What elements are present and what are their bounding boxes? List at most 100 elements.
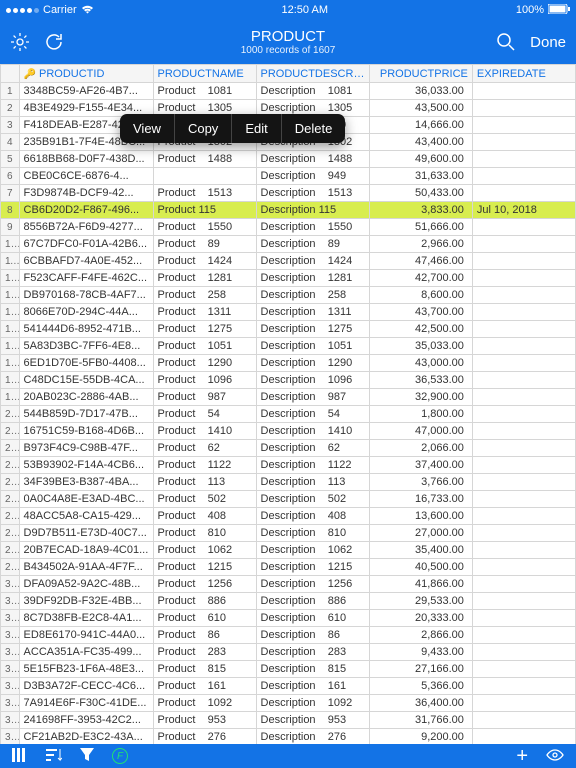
cell-productprice[interactable]: 50,433.00 (369, 185, 472, 202)
cell-expiredate[interactable] (472, 321, 575, 338)
table-row[interactable]: 1920AB023C-2886-4AB...Product 987Descrip… (1, 389, 576, 406)
table-row[interactable]: 250A0C4A8E-E3AD-4BC...Product 502Descrip… (1, 491, 576, 508)
cell-productdescription[interactable]: Description 113 (256, 474, 369, 491)
cell-productname[interactable]: Product 987 (153, 389, 256, 406)
cell-productdescription[interactable]: Description 886 (256, 593, 369, 610)
cell-productprice[interactable]: 43,700.00 (369, 304, 472, 321)
cell-productname[interactable]: Product 1488 (153, 151, 256, 168)
cell-productprice[interactable]: 14,666.00 (369, 117, 472, 134)
cell-productname[interactable]: Product 953 (153, 712, 256, 729)
column-header[interactable]: EXPIREDATE (472, 65, 575, 83)
cell-expiredate[interactable] (472, 644, 575, 661)
cell-expiredate[interactable] (472, 661, 575, 678)
ctx-delete[interactable]: Delete (282, 114, 346, 143)
cell-productname[interactable]: Product 1081 (153, 83, 256, 100)
cell-expiredate[interactable] (472, 525, 575, 542)
table-row[interactable]: 22B973F4C9-C98B-47F...Product 62Descript… (1, 440, 576, 457)
cell-productid[interactable]: 544B859D-7D17-47B... (19, 406, 153, 423)
cell-productprice[interactable]: 20,333.00 (369, 610, 472, 627)
cell-productprice[interactable]: 31,766.00 (369, 712, 472, 729)
cell-productname[interactable]: Product 810 (153, 525, 256, 542)
cell-productname[interactable]: Product 502 (153, 491, 256, 508)
cell-expiredate[interactable] (472, 236, 575, 253)
cell-productname[interactable]: Product 886 (153, 593, 256, 610)
cell-expiredate[interactable] (472, 151, 575, 168)
cell-productdescription[interactable]: Description 62 (256, 440, 369, 457)
cell-productdescription[interactable]: Description 408 (256, 508, 369, 525)
cell-productprice[interactable]: 42,700.00 (369, 270, 472, 287)
search-icon[interactable] (496, 32, 516, 52)
cell-productprice[interactable]: 5,366.00 (369, 678, 472, 695)
cell-productdescription[interactable]: Description 161 (256, 678, 369, 695)
cell-expiredate[interactable] (472, 423, 575, 440)
cell-productprice[interactable]: 31,633.00 (369, 168, 472, 185)
table-row[interactable]: 2353B93902-F14A-4CB6...Product 1122Descr… (1, 457, 576, 474)
cell-productprice[interactable]: 36,033.00 (369, 83, 472, 100)
cell-productid[interactable]: 8C7D38FB-E2C8-4A1... (19, 610, 153, 627)
table-row[interactable]: 8CB6D20D2-F867-496...Product 115Descript… (1, 202, 576, 219)
cell-productid[interactable]: 241698FF-3953-42C2... (19, 712, 153, 729)
cell-productprice[interactable]: 32,900.00 (369, 389, 472, 406)
table-row[interactable]: 12F523CAFF-F4FE-462C...Product 1281Descr… (1, 270, 576, 287)
table-row[interactable]: 13348BC59-AF26-4B7...Product 1081Descrip… (1, 83, 576, 100)
table-row[interactable]: 2116751C59-B168-4D6B...Product 1410Descr… (1, 423, 576, 440)
cell-expiredate[interactable] (472, 491, 575, 508)
cell-productname[interactable]: Product 1424 (153, 253, 256, 270)
cell-productprice[interactable]: 41,866.00 (369, 576, 472, 593)
table-row[interactable]: 165A83D3BC-7FF6-4E8...Product 1051Descri… (1, 338, 576, 355)
cell-expiredate[interactable] (472, 474, 575, 491)
table-row[interactable]: 2434F39BE3-B387-4BA...Product 113Descrip… (1, 474, 576, 491)
cell-productprice[interactable]: 2,966.00 (369, 236, 472, 253)
column-header[interactable]: PRODUCTDESCRIPTION (256, 65, 369, 83)
column-header[interactable]: PRODUCTPRICE (369, 65, 472, 83)
cell-expiredate[interactable] (472, 508, 575, 525)
cell-productprice[interactable]: 16,733.00 (369, 491, 472, 508)
table-row[interactable]: 36D3B3A72F-CECC-4C6...Product 161Descrip… (1, 678, 576, 695)
cell-productid[interactable]: B434502A-91AA-4F7F... (19, 559, 153, 576)
function-icon[interactable]: F (112, 748, 128, 764)
cell-productdescription[interactable]: Description 86 (256, 627, 369, 644)
cell-productname[interactable]: Product 1092 (153, 695, 256, 712)
cell-productprice[interactable]: 43,500.00 (369, 100, 472, 117)
cell-productname[interactable]: Product 1256 (153, 576, 256, 593)
table-row[interactable]: 6CBE0C6CE-6876-4...Description 94931,633… (1, 168, 576, 185)
table-row[interactable]: 355E15FB23-1F6A-48E3...Product 815Descri… (1, 661, 576, 678)
cell-productdescription[interactable]: Description 1281 (256, 270, 369, 287)
cell-productname[interactable]: Product 1550 (153, 219, 256, 236)
cell-productprice[interactable]: 40,500.00 (369, 559, 472, 576)
table-row[interactable]: 13DB970168-78CB-4AF7...Product 258Descri… (1, 287, 576, 304)
cell-expiredate[interactable] (472, 593, 575, 610)
filter-icon[interactable] (80, 748, 94, 765)
cell-expiredate[interactable] (472, 168, 575, 185)
cell-productname[interactable]: Product 258 (153, 287, 256, 304)
cell-productdescription[interactable]: Description 1513 (256, 185, 369, 202)
table-row[interactable]: 20544B859D-7D17-47B...Product 54Descript… (1, 406, 576, 423)
cell-productid[interactable]: 6CBBAFD7-4A0E-452... (19, 253, 153, 270)
cell-productdescription[interactable]: Description 276 (256, 729, 369, 745)
cell-expiredate[interactable] (472, 100, 575, 117)
cell-productname[interactable]: Product 1410 (153, 423, 256, 440)
cell-productid[interactable]: CB6D20D2-F867-496... (19, 202, 153, 219)
cell-productname[interactable]: Product 1062 (153, 542, 256, 559)
cell-productid[interactable]: DB970168-78CB-4AF7... (19, 287, 153, 304)
cell-productdescription[interactable]: Description 1488 (256, 151, 369, 168)
table-row[interactable]: 2648ACC5A8-CA15-429...Product 408Descrip… (1, 508, 576, 525)
columns-icon[interactable] (12, 748, 28, 765)
cell-expiredate[interactable] (472, 610, 575, 627)
cell-productprice[interactable]: 8,600.00 (369, 287, 472, 304)
table-row[interactable]: 3139DF92DB-F32E-4BB...Product 886Descrip… (1, 593, 576, 610)
cell-productprice[interactable]: 3,833.00 (369, 202, 472, 219)
cell-productname[interactable]: Product 89 (153, 236, 256, 253)
table-row[interactable]: 39CF21AB2D-E3C2-43A...Product 276Descrip… (1, 729, 576, 745)
cell-productprice[interactable]: 36,533.00 (369, 372, 472, 389)
cell-productid[interactable]: 53B93902-F14A-4CB6... (19, 457, 153, 474)
cell-productdescription[interactable]: Description 283 (256, 644, 369, 661)
cell-expiredate[interactable] (472, 440, 575, 457)
cell-productprice[interactable]: 43,000.00 (369, 355, 472, 372)
table-row[interactable]: 116CBBAFD7-4A0E-452...Product 1424Descri… (1, 253, 576, 270)
cell-productname[interactable]: Product 54 (153, 406, 256, 423)
cell-productprice[interactable]: 42,500.00 (369, 321, 472, 338)
data-table[interactable]: 🔑PRODUCTIDPRODUCTNAMEPRODUCTDESCRIPTIONP… (0, 64, 576, 744)
cell-productid[interactable]: CBE0C6CE-6876-4... (19, 168, 153, 185)
cell-productid[interactable]: 3348BC59-AF26-4B7... (19, 83, 153, 100)
